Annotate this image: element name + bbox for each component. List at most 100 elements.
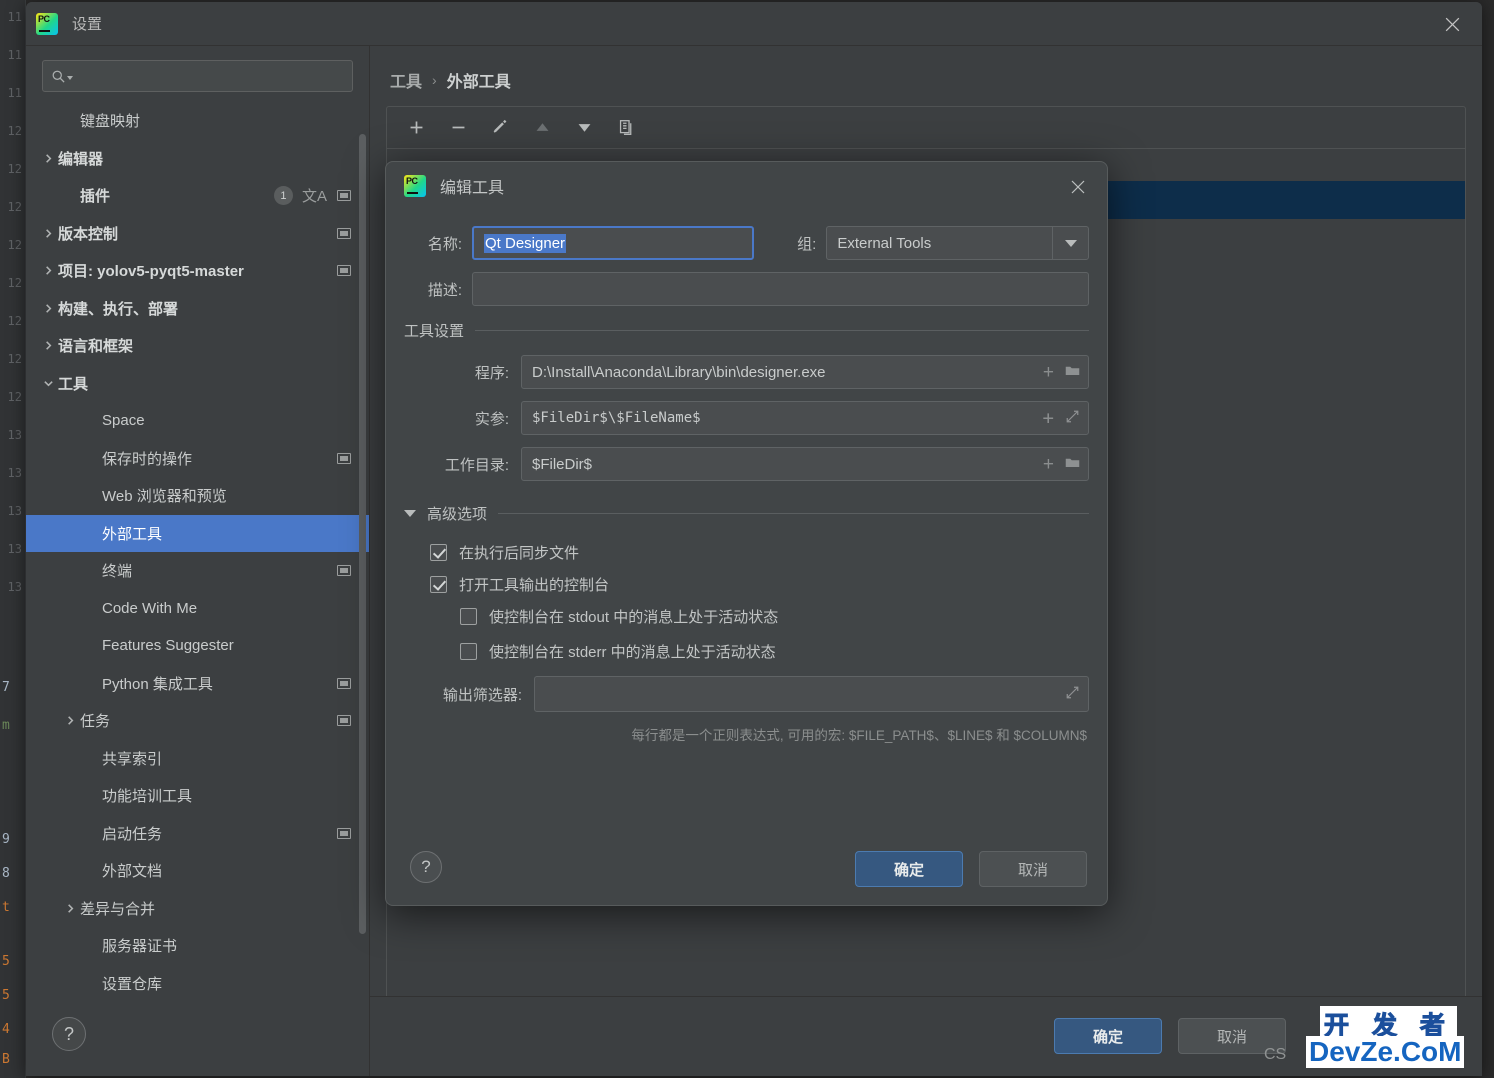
advanced-checkbox-row[interactable]: 使控制台在 stdout 中的消息上处于活动状态 [460,606,1089,627]
sidebar-item[interactable]: 构建、执行、部署 [26,290,369,328]
move-up-button[interactable] [531,117,553,139]
search-container [26,46,369,102]
sidebar-item[interactable]: 外部工具 [26,514,369,552]
output-filter-input[interactable] [534,676,1089,712]
expand-editor-icon[interactable] [1065,685,1080,704]
checkbox-label: 在执行后同步文件 [459,545,580,562]
name-input-value: Qt Designer [484,233,567,253]
arguments-input[interactable]: $FileDir$\$FileName$ + [521,401,1089,435]
expand-editor-icon[interactable] [1065,409,1080,428]
advanced-section-header[interactable]: 高级选项 [404,503,1089,524]
search-box[interactable] [42,60,353,92]
browse-folder-icon[interactable] [1065,455,1080,474]
checkbox[interactable] [430,576,447,593]
chevron-down-icon[interactable] [1052,227,1088,259]
chevron-right-icon[interactable] [38,265,58,276]
sidebar-item[interactable]: Web 浏览器和预览 [26,477,369,515]
sidebar-item-label: 键盘映射 [80,113,141,131]
sidebar-item[interactable]: 编辑器 [26,140,369,178]
workdir-label: 工作目录: [444,456,509,474]
advanced-checkbox-list: 在执行后同步文件打开工具输出的控制台使控制台在 stdout 中的消息上处于活动… [430,542,1089,662]
sidebar-item[interactable]: 键盘映射 [26,102,369,140]
sidebar-item-label: Features Suggester [102,637,234,655]
sidebar-item[interactable]: 项目: yolov5-pyqt5-master [26,252,369,290]
sidebar-item[interactable]: Space [26,402,369,440]
sidebar-item-label: 任务 [80,713,111,731]
sidebar-item[interactable]: 功能培训工具 [26,777,369,815]
dialog-title: 编辑工具 [440,180,505,197]
sidebar-item[interactable]: 插件 1 文A [26,177,369,215]
chevron-right-icon[interactable] [38,228,58,239]
sidebar-item[interactable]: Python 集成工具 [26,665,369,703]
sidebar-item-label: Python 集成工具 [102,675,213,693]
sidebar-item[interactable]: 设置仓库 [26,965,369,1003]
pycharm-logo-icon [36,12,58,35]
advanced-checkbox-row[interactable]: 使控制台在 stderr 中的消息上处于活动状态 [460,641,1089,662]
insert-macro-icon[interactable]: + [1043,455,1054,474]
dialog-ok-button[interactable]: 确定 [855,851,963,887]
checkbox[interactable] [460,608,477,625]
sidebar-item[interactable]: 工具 [26,365,369,403]
sidebar-item-label: 构建、执行、部署 [58,300,179,318]
window-title: 设置 [72,16,103,33]
description-input[interactable] [472,272,1089,306]
copy-tool-button[interactable] [615,117,637,139]
advanced-checkbox-row[interactable]: 在执行后同步文件 [430,542,1089,563]
chevron-right-icon[interactable] [38,153,58,164]
dialog-help-button[interactable]: ? [410,851,442,883]
sidebar-item-label: 设置仓库 [102,975,163,993]
sidebar-item[interactable]: 保存时的操作 [26,440,369,478]
sidebar-item-label: 终端 [102,563,133,581]
breadcrumb-parent[interactable]: 工具 [390,68,422,92]
chevron-down-icon[interactable] [38,378,58,389]
sidebar-item[interactable]: Features Suggester [26,627,369,665]
sidebar-item[interactable]: 语言和框架 [26,327,369,365]
chevron-right-icon[interactable] [38,303,58,314]
sidebar-item-label: 保存时的操作 [102,450,193,468]
dialog-cancel-button[interactable]: 取消 [979,851,1087,887]
sidebar-item[interactable]: 版本控制 [26,215,369,253]
sidebar-item[interactable]: Code With Me [26,590,369,628]
sidebar-item[interactable]: 启动任务 [26,815,369,853]
sidebar-item[interactable]: 服务器证书 [26,927,369,965]
insert-macro-icon[interactable]: + [1043,408,1054,428]
group-select[interactable]: External Tools [826,226,1089,260]
description-label: 描述: [427,281,462,299]
workdir-input[interactable]: $FileDir$ + [521,447,1089,481]
section-divider [475,330,1089,331]
output-filter-hint: 每行都是一个正则表达式, 可用的宏: $FILE_PATH$、$LINE$ 和 … [631,728,1087,743]
sidebar-item[interactable]: 差异与合并 [26,890,369,928]
edit-tool-button[interactable] [489,117,511,139]
checkbox[interactable] [430,544,447,561]
advanced-checkbox-row[interactable]: 打开工具输出的控制台 [430,574,1089,595]
search-input[interactable] [73,68,344,84]
project-scope-icon [337,452,351,464]
remove-tool-button[interactable] [447,117,469,139]
help-button[interactable]: ? [52,1017,86,1051]
translate-icon: 文A [301,188,327,206]
sidebar-item[interactable]: 共享索引 [26,740,369,778]
chevron-right-icon[interactable] [60,903,80,914]
insert-macro-icon[interactable]: + [1043,363,1054,382]
cancel-button[interactable]: 取消 [1178,1018,1286,1054]
close-icon[interactable] [1436,8,1468,40]
checkbox[interactable] [460,643,477,660]
editor-right-strip [1480,0,1494,1078]
browse-folder-icon[interactable] [1065,363,1080,382]
add-tool-button[interactable] [405,117,427,139]
close-icon[interactable] [1063,172,1093,202]
name-label: 名称: [427,235,462,253]
ok-button[interactable]: 确定 [1054,1018,1162,1054]
program-input[interactable]: D:\Install\Anaconda\Library\bin\designer… [521,355,1089,389]
chevron-right-icon[interactable] [60,715,80,726]
output-filter-row: 输出筛选器: [404,676,1089,712]
move-down-button[interactable] [573,117,595,139]
sidebar-scrollbar[interactable] [359,134,366,934]
sidebar-item[interactable]: 任务 [26,702,369,740]
sidebar-item-label: 编辑器 [58,150,104,168]
name-input[interactable]: Qt Designer [472,226,755,260]
chevron-right-icon[interactable] [38,340,58,351]
sidebar-item[interactable]: 外部文档 [26,852,369,890]
sidebar-item[interactable]: 终端 [26,552,369,590]
chevron-down-icon[interactable] [404,510,416,517]
